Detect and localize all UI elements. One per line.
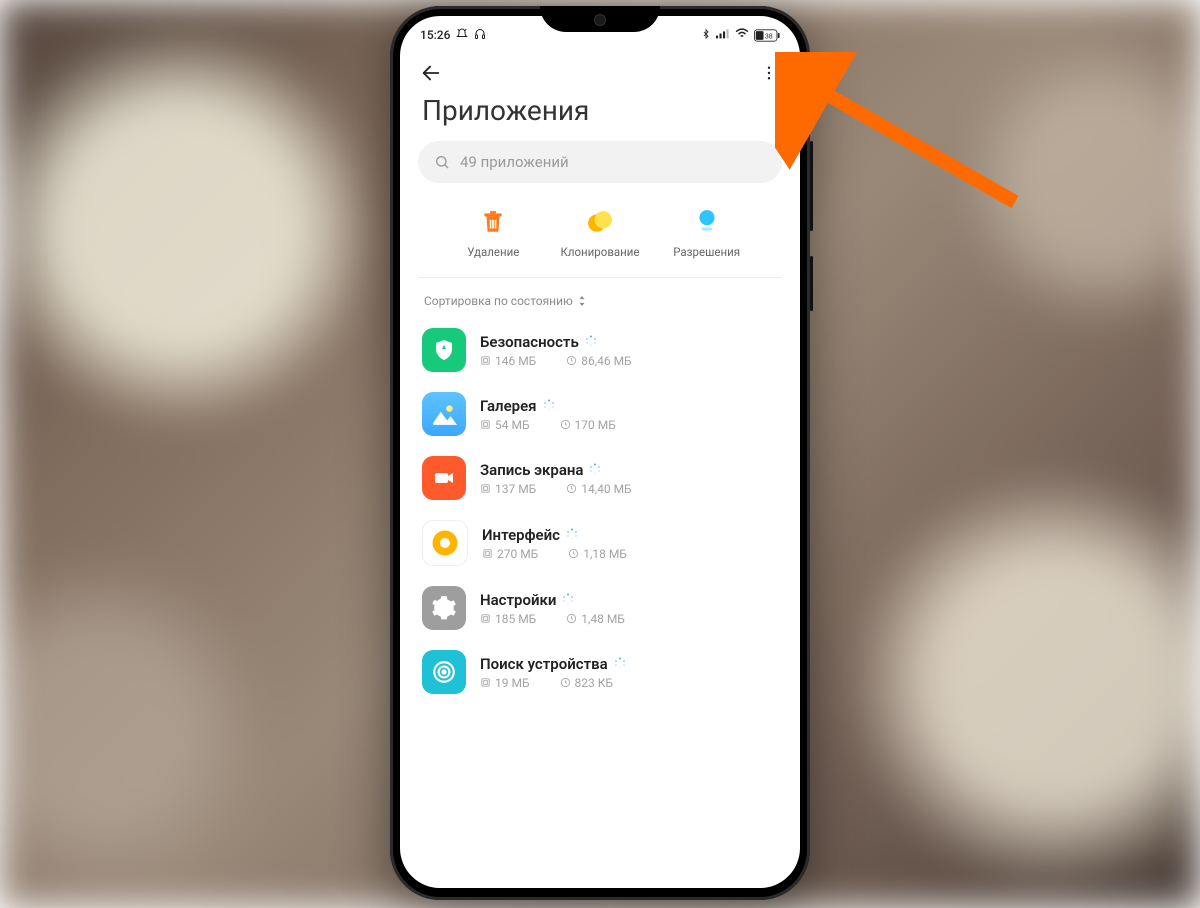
clock-icon bbox=[560, 419, 571, 430]
app-name: Запись экрана bbox=[480, 461, 583, 479]
clock-icon bbox=[566, 483, 577, 494]
phone-screen: 15:26 38 bbox=[400, 16, 800, 888]
phone-frame: 15:26 38 bbox=[390, 6, 810, 900]
app-name: Безопасность bbox=[480, 333, 579, 351]
phone-notch bbox=[540, 6, 660, 32]
quick-action-delete[interactable]: Удаление bbox=[448, 207, 538, 259]
header-bar bbox=[400, 50, 800, 92]
app-row-screen-record[interactable]: Запись экрана 137 МБ 14,40 МБ bbox=[418, 446, 782, 510]
app-data: 823 КБ bbox=[575, 676, 613, 690]
app-icon-circle bbox=[422, 520, 468, 566]
quick-action-label: Удаление bbox=[467, 245, 519, 259]
sort-label: Сортировка по состоянию bbox=[424, 294, 573, 308]
search-icon bbox=[434, 154, 450, 170]
clock-icon bbox=[560, 677, 571, 688]
svg-text:38: 38 bbox=[765, 33, 773, 40]
loading-icon bbox=[566, 526, 578, 544]
arrow-left-icon bbox=[420, 62, 442, 84]
search-input[interactable]: 49 приложений bbox=[418, 141, 782, 183]
app-storage: 137 МБ bbox=[495, 482, 536, 496]
loading-icon bbox=[562, 591, 574, 609]
quick-action-clone[interactable]: Клонирование bbox=[555, 207, 645, 259]
trash-icon bbox=[478, 207, 508, 237]
app-data: 1,18 МБ bbox=[583, 547, 627, 561]
app-data: 14,40 МБ bbox=[581, 482, 631, 496]
app-row-security[interactable]: Безопасность 146 МБ 86,46 МБ bbox=[418, 318, 782, 382]
sort-arrows-icon bbox=[577, 296, 587, 306]
search-placeholder: 49 приложений bbox=[460, 153, 569, 171]
back-button[interactable] bbox=[418, 60, 444, 86]
app-icon-target bbox=[422, 650, 466, 694]
quick-action-label: Разрешения bbox=[673, 245, 740, 259]
app-icon-shield bbox=[422, 328, 466, 372]
storage-icon bbox=[480, 613, 491, 624]
app-name: Настройки bbox=[480, 591, 556, 609]
loading-icon bbox=[589, 461, 601, 479]
status-right: 38 bbox=[701, 28, 780, 43]
status-left: 15:26 bbox=[420, 28, 486, 43]
clock-icon bbox=[566, 613, 577, 624]
wifi-icon bbox=[735, 28, 749, 42]
app-row-find-device[interactable]: Поиск устройства 19 МБ 823 КБ bbox=[418, 640, 782, 704]
signal-icon bbox=[716, 28, 730, 42]
storage-icon bbox=[480, 355, 491, 366]
app-storage: 270 МБ bbox=[497, 547, 538, 561]
page-title: Приложения bbox=[400, 92, 800, 141]
app-row-interface[interactable]: Интерфейс 270 МБ 1,18 МБ bbox=[418, 510, 782, 576]
status-time: 15:26 bbox=[420, 28, 450, 42]
app-data: 1,48 МБ bbox=[581, 612, 625, 626]
headphones-icon bbox=[474, 28, 486, 43]
alarm-icon bbox=[456, 28, 468, 43]
app-storage: 19 МБ bbox=[495, 676, 530, 690]
loading-icon bbox=[543, 397, 555, 415]
battery-icon: 38 bbox=[754, 29, 780, 42]
app-row-gallery[interactable]: Галерея 54 МБ 170 МБ bbox=[418, 382, 782, 446]
storage-icon bbox=[480, 677, 491, 688]
app-name: Интерфейс bbox=[482, 526, 560, 544]
app-storage: 185 МБ bbox=[495, 612, 536, 626]
sort-selector[interactable]: Сортировка по состоянию bbox=[400, 278, 800, 318]
clock-icon bbox=[568, 548, 579, 559]
permissions-icon bbox=[692, 207, 722, 237]
app-storage: 54 МБ bbox=[495, 418, 530, 432]
quick-action-label: Клонирование bbox=[560, 245, 639, 259]
loading-icon bbox=[585, 333, 597, 351]
clock-icon bbox=[566, 355, 577, 366]
annotation-arrow bbox=[775, 52, 1035, 222]
storage-icon bbox=[480, 483, 491, 494]
app-data: 86,46 МБ bbox=[581, 354, 631, 368]
app-data: 170 МБ bbox=[575, 418, 616, 432]
app-storage: 146 МБ bbox=[495, 354, 536, 368]
app-name: Галерея bbox=[480, 397, 537, 415]
app-icon-record bbox=[422, 456, 466, 500]
loading-icon bbox=[614, 655, 626, 673]
clone-icon bbox=[585, 207, 615, 237]
power-button bbox=[810, 256, 813, 311]
app-name: Поиск устройства bbox=[480, 655, 608, 673]
bluetooth-icon bbox=[701, 28, 711, 43]
app-row-settings[interactable]: Настройки 185 МБ 1,48 МБ bbox=[418, 576, 782, 640]
app-list: Безопасность 146 МБ 86,46 МБ Галерея bbox=[400, 318, 800, 704]
quick-action-permissions[interactable]: Разрешения bbox=[662, 207, 752, 259]
app-icon-gallery bbox=[422, 392, 466, 436]
storage-icon bbox=[482, 548, 493, 559]
storage-icon bbox=[480, 419, 491, 430]
app-icon-gear bbox=[422, 586, 466, 630]
quick-actions: Удаление Клонирование Разрешения bbox=[418, 201, 782, 278]
